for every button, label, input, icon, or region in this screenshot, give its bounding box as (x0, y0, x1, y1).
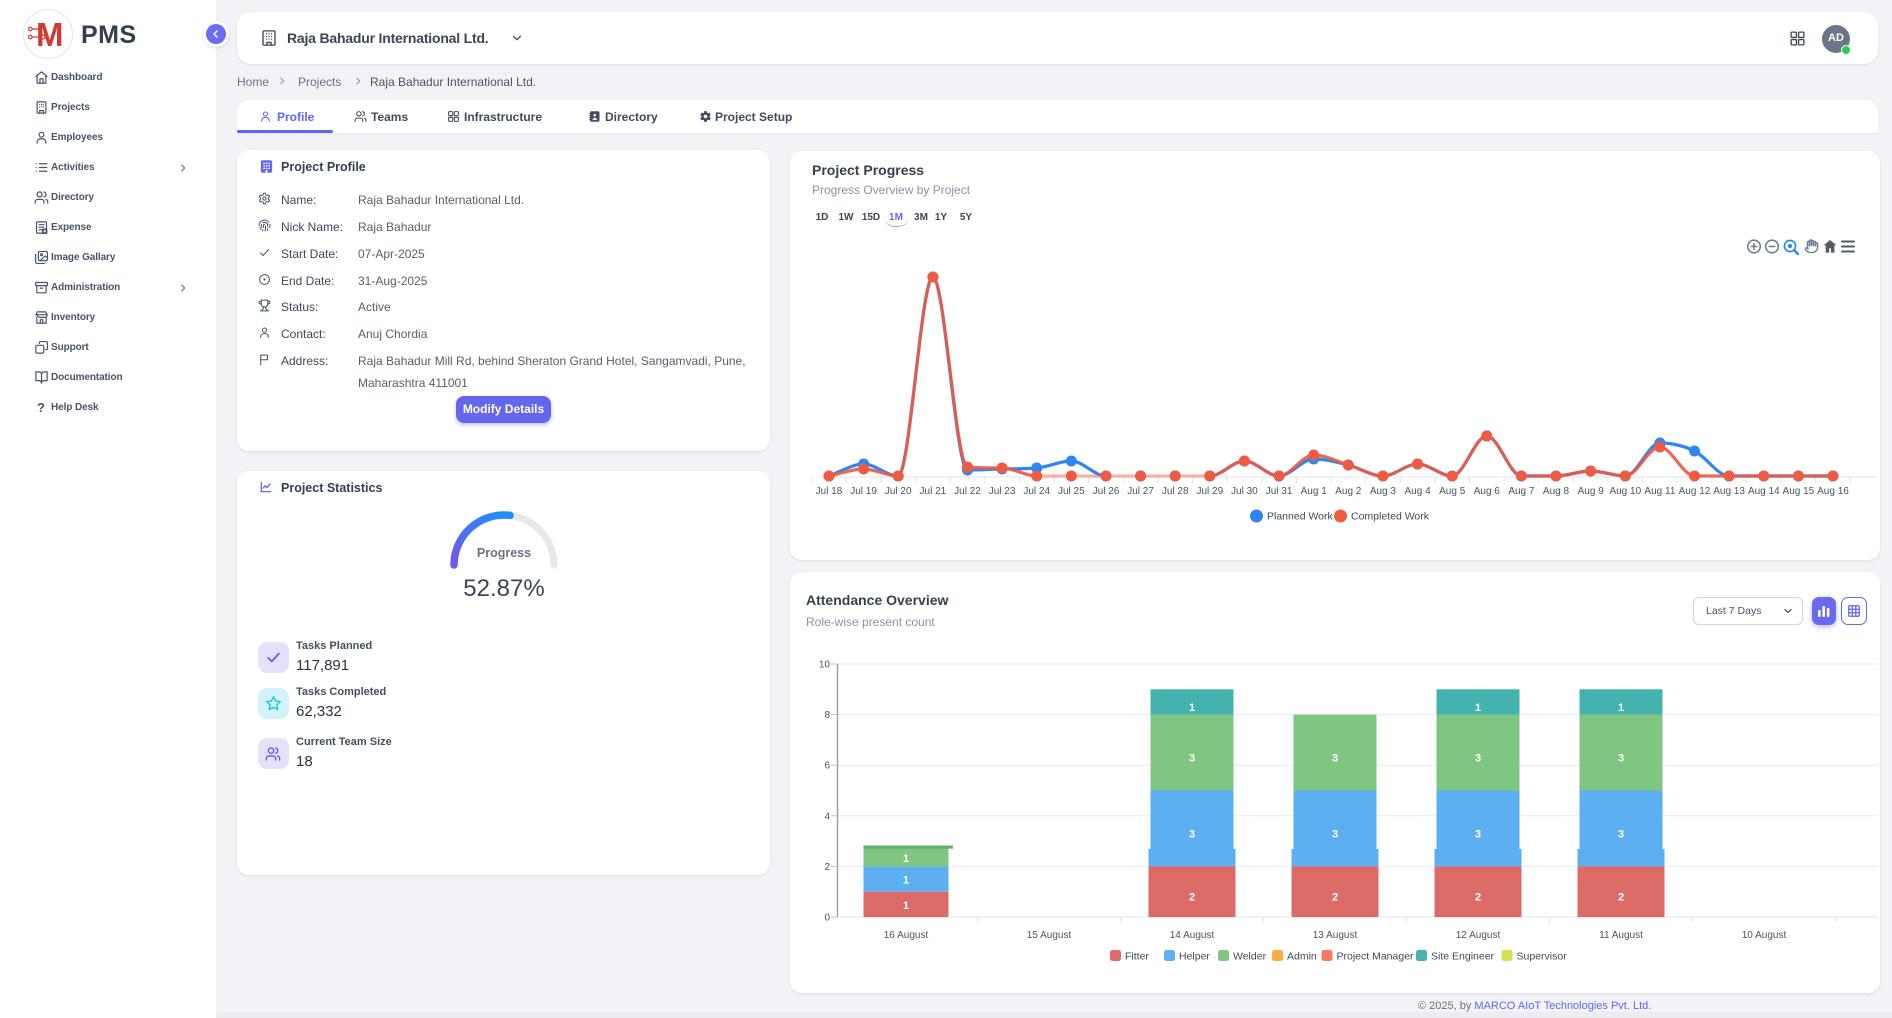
svg-text:Jul 26: Jul 26 (1093, 486, 1120, 497)
svg-text:3: 3 (1475, 753, 1481, 765)
svg-text:Aug 1: Aug 1 (1301, 486, 1328, 497)
svg-text:10: 10 (819, 660, 831, 671)
svg-text:Jul 25: Jul 25 (1058, 486, 1085, 497)
svg-text:Aug 16: Aug 16 (1817, 486, 1849, 497)
svg-text:Jul 22: Jul 22 (954, 486, 981, 497)
svg-text:1: 1 (903, 875, 909, 887)
svg-text:Aug 8: Aug 8 (1543, 486, 1570, 497)
svg-text:2: 2 (1332, 892, 1338, 904)
svg-text:12 August: 12 August (1456, 930, 1501, 941)
svg-text:Aug 5: Aug 5 (1439, 486, 1466, 497)
svg-text:2: 2 (1618, 892, 1624, 904)
svg-text:Helper: Helper (1179, 951, 1210, 963)
svg-text:Aug 10: Aug 10 (1609, 486, 1641, 497)
svg-text:1: 1 (903, 853, 909, 865)
svg-text:1: 1 (1475, 702, 1481, 714)
svg-text:3: 3 (1189, 829, 1195, 841)
svg-text:8: 8 (824, 710, 830, 721)
svg-text:Admin: Admin (1287, 951, 1317, 963)
svg-text:Planned Work: Planned Work (1267, 511, 1334, 523)
svg-text:Aug 3: Aug 3 (1370, 486, 1397, 497)
svg-text:15 August: 15 August (1027, 930, 1072, 941)
svg-text:11 August: 11 August (1599, 930, 1643, 941)
svg-text:3: 3 (1618, 829, 1624, 841)
svg-text:0: 0 (824, 913, 830, 924)
svg-text:Aug 2: Aug 2 (1335, 486, 1362, 497)
svg-text:Jul 30: Jul 30 (1231, 486, 1258, 497)
svg-text:2: 2 (1189, 892, 1195, 904)
svg-text:2: 2 (824, 862, 830, 873)
svg-text:Jul 31: Jul 31 (1266, 486, 1293, 497)
svg-text:Completed Work: Completed Work (1351, 511, 1430, 523)
svg-text:Project Manager: Project Manager (1337, 951, 1415, 963)
svg-text:Aug 11: Aug 11 (1644, 486, 1675, 497)
svg-text:Jul 29: Jul 29 (1196, 486, 1223, 497)
svg-text:3: 3 (1189, 753, 1195, 765)
svg-text:1: 1 (1618, 702, 1624, 714)
svg-text:3: 3 (1475, 829, 1481, 841)
svg-text:M: M (36, 16, 64, 53)
svg-text:Jul 18: Jul 18 (816, 486, 843, 497)
svg-text:Aug 15: Aug 15 (1783, 486, 1815, 497)
svg-text:Supervisor: Supervisor (1517, 951, 1568, 963)
svg-text:16 August: 16 August (884, 930, 929, 941)
svg-text:Jul 20: Jul 20 (885, 486, 912, 497)
svg-text:Aug 13: Aug 13 (1713, 486, 1745, 497)
svg-text:4: 4 (824, 811, 830, 822)
svg-text:2: 2 (1475, 892, 1481, 904)
svg-text:14 August: 14 August (1170, 930, 1215, 941)
svg-text:3: 3 (1618, 753, 1624, 765)
svg-text:Aug 14: Aug 14 (1748, 486, 1780, 497)
svg-text:Aug 9: Aug 9 (1578, 486, 1605, 497)
svg-text:Jul 28: Jul 28 (1162, 486, 1189, 497)
svg-text:10 August: 10 August (1742, 930, 1787, 941)
svg-text:1: 1 (903, 900, 909, 912)
svg-text:3: 3 (1332, 753, 1338, 765)
svg-text:Jul 27: Jul 27 (1127, 486, 1154, 497)
svg-text:1: 1 (1189, 702, 1195, 714)
svg-text:Aug 7: Aug 7 (1508, 486, 1535, 497)
svg-text:3: 3 (1332, 829, 1338, 841)
svg-text:6: 6 (824, 761, 830, 772)
svg-text:13 August: 13 August (1313, 930, 1358, 941)
svg-text:Aug 12: Aug 12 (1679, 486, 1711, 497)
svg-text:Jul 24: Jul 24 (1023, 486, 1050, 497)
svg-text:Site Engineer: Site Engineer (1431, 951, 1495, 963)
svg-text:Jul 19: Jul 19 (850, 486, 877, 497)
svg-text:Fitter: Fitter (1125, 951, 1149, 963)
svg-text:Jul 21: Jul 21 (920, 486, 947, 497)
svg-text:Aug 6: Aug 6 (1474, 486, 1501, 497)
svg-text:Welder: Welder (1233, 951, 1267, 963)
svg-text:Jul 23: Jul 23 (989, 486, 1016, 497)
svg-text:Aug 4: Aug 4 (1405, 486, 1432, 497)
